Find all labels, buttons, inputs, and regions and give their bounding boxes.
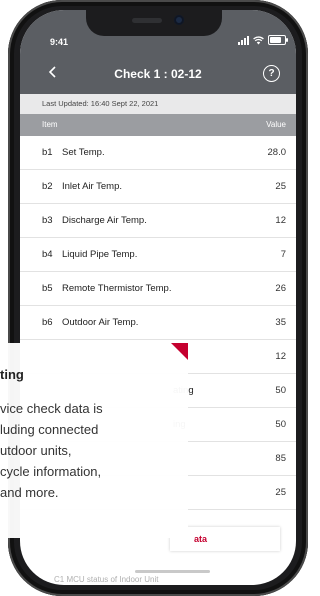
status-icons (238, 35, 288, 45)
row-code: b1 (42, 147, 53, 158)
front-camera-icon (174, 15, 184, 25)
table-row: b3 Discharge Air Temp. 12 (20, 204, 296, 238)
row-value: 25 (275, 487, 286, 498)
row-value: 12 (275, 215, 286, 226)
row-label: Discharge Air Temp. (62, 215, 147, 226)
row-code: b4 (42, 249, 53, 260)
app-header: 9:41 Check 1 : 02-12 ? (20, 10, 296, 94)
row-label: Liquid Pipe Temp. (62, 249, 138, 260)
battery-icon (268, 35, 288, 45)
overlay-line: vice check data is (0, 401, 103, 416)
row-value: 7 (280, 249, 286, 260)
row-code: b5 (42, 283, 53, 294)
row-value: 85 (275, 453, 286, 464)
table-row: b1 Set Temp. 28.0 (20, 136, 296, 170)
speaker-grille (132, 18, 162, 23)
home-indicator[interactable] (135, 570, 210, 573)
row-code: b6 (42, 317, 53, 328)
table-row: b2 Inlet Air Temp. 25 (20, 170, 296, 204)
table-row: b4 Liquid Pipe Temp. 7 (20, 238, 296, 272)
column-header-value: Value (266, 120, 286, 129)
row-label: Outdoor Air Temp. (62, 317, 139, 328)
overlay-line: luding connected (0, 422, 99, 437)
row-value: 26 (275, 283, 286, 294)
last-updated: Last Updated: 16:40 Sept 22, 2021 (20, 94, 296, 114)
row-code: b2 (42, 181, 53, 192)
table-header: Item Value (20, 114, 296, 136)
row-code: b3 (42, 215, 53, 226)
row-label: Set Temp. (62, 147, 105, 158)
row-value: 25 (275, 181, 286, 192)
row-label: Remote Thermistor Temp. (62, 283, 172, 294)
row-value: 12 (275, 351, 286, 362)
overlay-title: ting (0, 367, 24, 382)
row-value: 50 (275, 385, 286, 396)
row-value: 28.0 (267, 147, 287, 158)
accent-corner-icon (171, 343, 188, 360)
phone-notch (86, 10, 222, 36)
wifi-icon (253, 36, 264, 44)
footer-row-text: C1 MCU status of Indoor Unit (54, 575, 159, 584)
table-row: b6 Outdoor Air Temp. 35 (20, 306, 296, 340)
table-row: b5 Remote Thermistor Temp. 26 (20, 272, 296, 306)
overlay-description: vice check data is luding connected utdo… (0, 398, 188, 503)
overlay-line: cycle information, (0, 464, 102, 479)
page-title: Check 1 : 02-12 (114, 67, 202, 81)
row-value: 50 (275, 419, 286, 430)
column-header-item: Item (42, 120, 58, 129)
signal-icon (238, 35, 249, 45)
status-time: 9:41 (50, 37, 69, 47)
overlay-line: utdoor units, (0, 443, 72, 458)
row-label: Inlet Air Temp. (62, 181, 123, 192)
help-icon[interactable]: ? (263, 65, 280, 82)
row-value: 35 (275, 317, 286, 328)
overlay-line: and more. (0, 485, 59, 500)
